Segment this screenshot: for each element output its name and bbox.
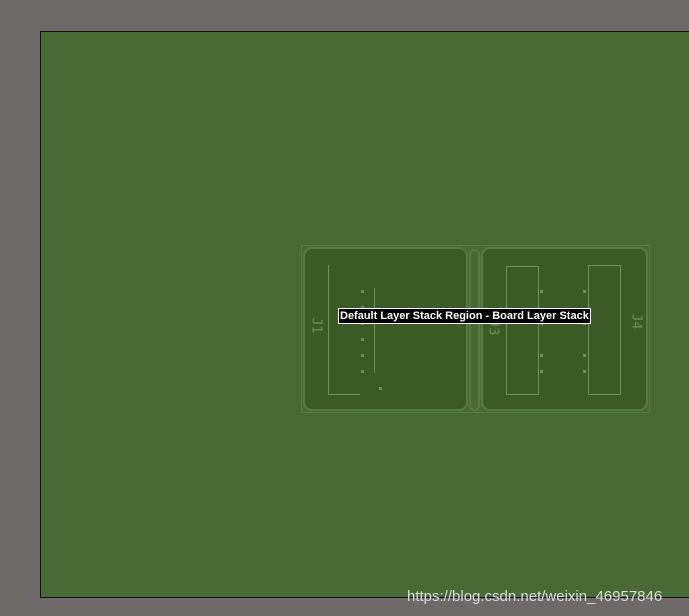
pad [379,387,382,390]
pad [361,290,364,293]
pad [540,290,543,293]
pad [583,354,586,357]
pad [540,354,543,357]
connector-outline-j1 [328,265,360,395]
board-slot [469,249,480,411]
pad [540,370,543,373]
pad [361,354,364,357]
pad [583,290,586,293]
pad [361,370,364,373]
connector-outline-j4 [588,265,621,395]
pad [361,338,364,341]
connector-outline-j3 [506,266,539,395]
watermark: https://blog.csdn.net/weixin_46957846 [407,588,663,605]
pin-header-line [374,288,375,373]
designator-j4: J4 [628,313,644,330]
designator-j1: J1 [308,317,324,334]
layer-stack-tooltip: Default Layer Stack Region - Board Layer… [338,308,591,324]
pad [583,370,586,373]
